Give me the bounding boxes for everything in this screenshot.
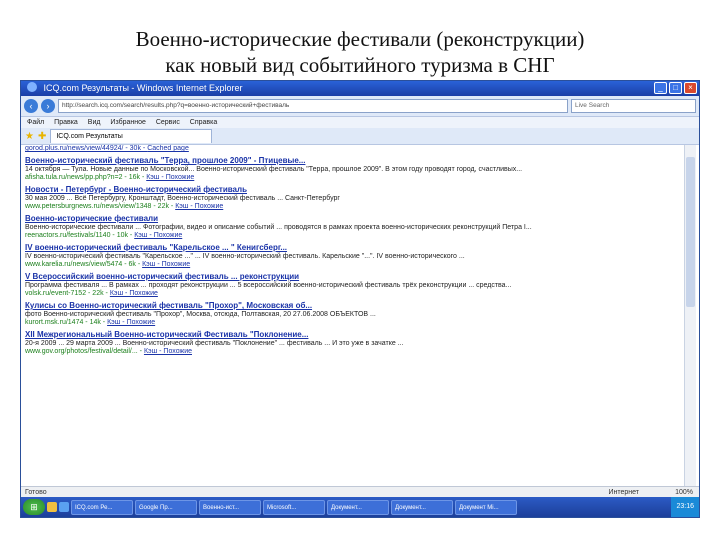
result-url: www.gov.org/photos/festival/detail/... -… [25, 348, 665, 356]
forward-button[interactable]: › [41, 99, 55, 113]
slide-title: Военно-исторические фестивали (реконстру… [0, 26, 720, 78]
result-url-text[interactable]: afisha.tula.ru/news/pp.php?n=2 - 16k - [25, 174, 146, 181]
result-url-text[interactable]: www.gov.org/photos/festival/detail/... - [25, 348, 144, 355]
taskbar-item[interactable]: Военно-ист... [199, 499, 261, 515]
result-url[interactable]: gorod.plus.ru/news/view/44924/ - 30k - C… [25, 145, 665, 153]
result-url-text[interactable]: www.petersburgnews.ru/news/view/1348 - 2… [25, 203, 175, 210]
result-url-text[interactable]: gorod.plus.ru/news/view/44924/ - 30k - [25, 145, 147, 152]
scrollbar-thumb[interactable] [686, 157, 695, 307]
status-bar: Готово Интернет 100% [21, 486, 699, 497]
window-titlebar: ICQ.com Результаты - Windows Internet Ex… [21, 81, 699, 96]
cache-link[interactable]: Кэш - Похожие [134, 232, 182, 239]
tab-row: ★ ✚ ICQ.com Результаты [21, 128, 699, 145]
taskbar-item[interactable]: Документ... [327, 499, 389, 515]
result-title[interactable]: Новости - Петербург - Военно-исторически… [25, 185, 665, 195]
browser-window: ICQ.com Результаты - Windows Internet Ex… [20, 80, 700, 518]
result-url-text[interactable]: volsk.ru/event-7152 - 22k - [25, 290, 110, 297]
menu-edit[interactable]: Правка [54, 119, 78, 126]
favorites-star-icon[interactable]: ★ [25, 131, 34, 142]
status-text: Готово [25, 489, 47, 496]
quicklaunch-icon[interactable] [59, 502, 69, 512]
address-input[interactable]: http://search.icq.com/search/results.php… [58, 99, 568, 113]
menu-help[interactable]: Справка [190, 119, 217, 126]
search-input[interactable]: Live Search [571, 99, 696, 113]
list-item: Военно-исторические фестивали Военно-ист… [25, 214, 665, 240]
taskbar-item[interactable]: ICQ.com Ре... [71, 499, 133, 515]
add-favorites-icon[interactable]: ✚ [38, 131, 46, 142]
vertical-scrollbar[interactable] [684, 145, 696, 490]
list-item: Новости - Петербург - Военно-исторически… [25, 185, 665, 211]
window-controls: _ □ × [654, 82, 697, 94]
cache-link[interactable]: Кэш - Похожие [142, 261, 190, 268]
result-snippet: Программа фестиваля ... В рамках ... про… [25, 282, 512, 289]
result-snippet: 20-я 2009 ... 29 марта 2009 ... Военно-и… [25, 340, 404, 347]
taskbar-item[interactable]: Документ Mi... [455, 499, 517, 515]
result-url: reenactors.ru/festivals/1140 - 10k - Кэш… [25, 232, 665, 240]
list-item: Военно-исторический фестиваль "Терра, пр… [25, 156, 665, 182]
list-item: Кулисы со Военно-исторический фестиваль … [25, 301, 665, 327]
result-title[interactable]: V Всероссийский военно-исторический фест… [25, 272, 665, 282]
menu-view[interactable]: Вид [88, 119, 101, 126]
taskbar-item[interactable]: Документ... [391, 499, 453, 515]
result-url: afisha.tula.ru/news/pp.php?n=2 - 16k - К… [25, 174, 665, 182]
menu-bar: Файл Правка Вид Избранное Сервис Справка [21, 117, 699, 128]
result-snippet: Военно-исторические фестивали ... Фотогр… [25, 224, 532, 231]
search-results: gorod.plus.ru/news/view/44924/ - 30k - C… [25, 145, 665, 485]
cache-link[interactable]: Кэш - Похожие [175, 203, 223, 210]
list-item: V Всероссийский военно-исторический фест… [25, 272, 665, 298]
menu-favorites[interactable]: Избранное [110, 119, 145, 126]
result-snippet: 30 мая 2009 ... Всё Петербургу, Кронштад… [25, 195, 340, 202]
list-item: XII Межрегиональный Военно-исторический … [25, 330, 665, 356]
result-url-text[interactable]: kurort.msk.ru/1474 - 14k - [25, 319, 107, 326]
list-item: IV военно-исторический фестиваль "Карель… [25, 243, 665, 269]
slide-title-line1: Военно-исторические фестивали (реконстру… [135, 27, 585, 51]
result-url-text[interactable]: reenactors.ru/festivals/1140 - 10k - [25, 232, 134, 239]
result-snippet: IV военно-исторический фестиваль "Карель… [25, 253, 465, 260]
result-title[interactable]: XII Межрегиональный Военно-исторический … [25, 330, 665, 340]
quicklaunch-icon[interactable] [47, 502, 57, 512]
result-url: www.karelia.ru/news/view/5474 - 6k - Кэш… [25, 261, 665, 269]
result-url: volsk.ru/event-7152 - 22k - Кэш - Похожи… [25, 290, 665, 298]
maximize-button[interactable]: □ [669, 82, 682, 94]
result-title[interactable]: Военно-исторический фестиваль "Терра, пр… [25, 156, 665, 166]
tab-icq-results[interactable]: ICQ.com Результаты [50, 129, 213, 143]
cache-link[interactable]: Кэш - Похожие [107, 319, 155, 326]
close-button[interactable]: × [684, 82, 697, 94]
start-button[interactable]: ⊞ [23, 499, 45, 515]
window-title: ICQ.com Результаты - Windows Internet Ex… [43, 83, 243, 93]
windows-taskbar: ⊞ ICQ.com Ре... Google Пр... Военно-ист.… [21, 497, 699, 517]
cache-link[interactable]: Кэш - Похожие [144, 348, 192, 355]
menu-tools[interactable]: Сервис [156, 119, 180, 126]
list-item: gorod.plus.ru/news/view/44924/ - 30k - C… [25, 145, 665, 153]
result-title[interactable]: Кулисы со Военно-исторический фестиваль … [25, 301, 665, 311]
taskbar-item[interactable]: Google Пр... [135, 499, 197, 515]
taskbar-item[interactable]: Microsoft... [263, 499, 325, 515]
system-clock: 23:16 [671, 497, 699, 517]
result-url: kurort.msk.ru/1474 - 14k - Кэш - Похожие [25, 319, 665, 327]
back-button[interactable]: ‹ [24, 99, 38, 113]
minimize-button[interactable]: _ [654, 82, 667, 94]
cache-link[interactable]: Cached page [147, 145, 189, 152]
cache-link[interactable]: Кэш - Похожие [110, 290, 158, 297]
ie-icon [27, 82, 37, 92]
cache-link[interactable]: Кэш - Похожие [146, 174, 194, 181]
result-url-text[interactable]: www.karelia.ru/news/view/5474 - 6k - [25, 261, 142, 268]
slide-title-line2: как новый вид событийного туризма в СНГ [165, 53, 555, 77]
result-url: www.petersburgnews.ru/news/view/1348 - 2… [25, 203, 665, 211]
result-title[interactable]: IV военно-исторический фестиваль "Карель… [25, 243, 665, 253]
menu-file[interactable]: Файл [27, 119, 44, 126]
result-snippet: 14 октября — Тула. Новые данные по Моско… [25, 166, 523, 173]
result-snippet: фото Военно-исторический фестиваль "Прох… [25, 311, 376, 318]
result-title[interactable]: Военно-исторические фестивали [25, 214, 665, 224]
address-bar: ‹ › http://search.icq.com/search/results… [21, 96, 699, 117]
